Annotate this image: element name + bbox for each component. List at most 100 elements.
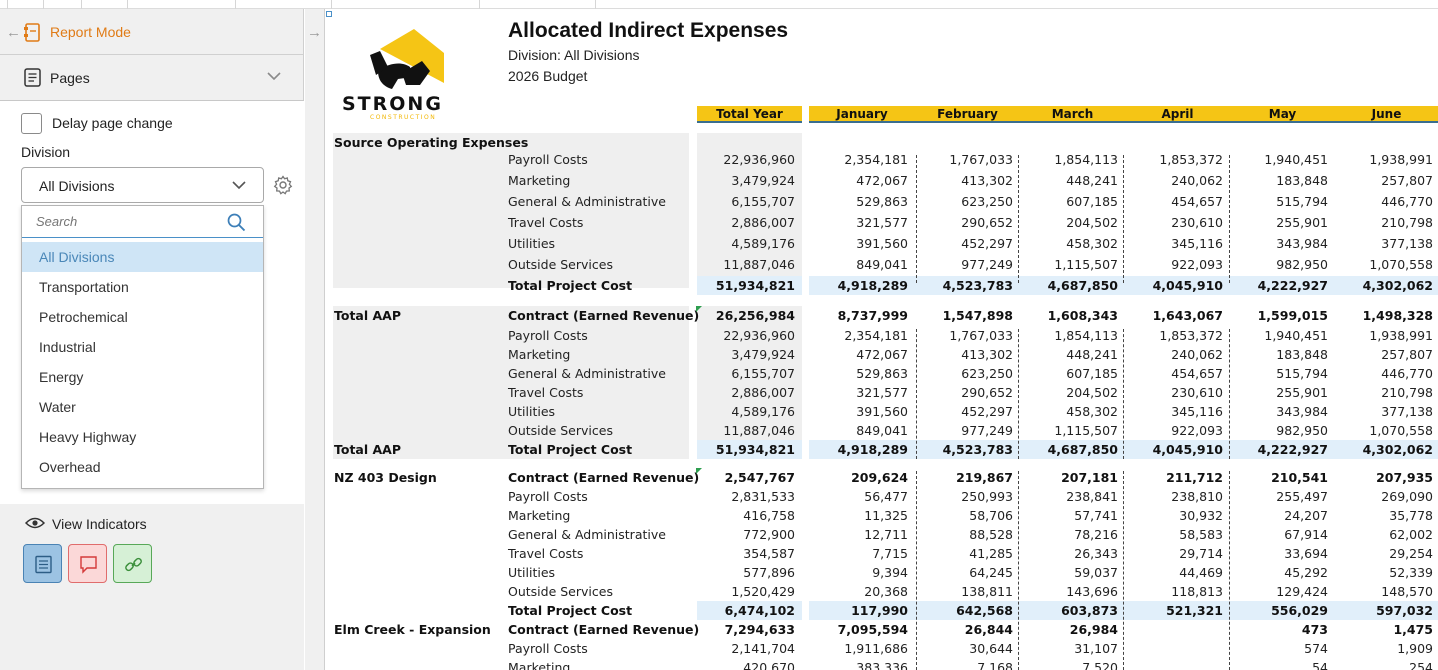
cell-value[interactable]: 2,141,704 <box>685 641 795 656</box>
cell-value[interactable]: 343,984 <box>1218 404 1328 419</box>
cell-value[interactable]: 26,984 <box>1008 622 1118 637</box>
cell-value[interactable]: 67,914 <box>1218 527 1328 542</box>
cell-value[interactable]: 1,940,451 <box>1218 152 1328 167</box>
report-mode-label[interactable]: Report Mode <box>50 24 131 40</box>
cell-value[interactable]: 458,302 <box>1008 404 1118 419</box>
delay-page-change-checkbox[interactable] <box>21 113 42 134</box>
cell-value[interactable]: 472,067 <box>798 347 908 362</box>
cell-value[interactable]: 35,778 <box>1323 508 1433 523</box>
cell-value[interactable]: 30,644 <box>903 641 1013 656</box>
cell-value[interactable]: 391,560 <box>798 404 908 419</box>
cell-value[interactable]: 1,940,451 <box>1218 328 1328 343</box>
cell-value[interactable]: 446,770 <box>1323 366 1433 381</box>
cell-value[interactable]: 1,115,507 <box>1008 257 1118 272</box>
cell-value[interactable]: 458,302 <box>1008 236 1118 251</box>
cell-value[interactable]: 345,116 <box>1113 404 1223 419</box>
cell-value[interactable]: 8,737,999 <box>798 308 908 323</box>
cell-value[interactable]: 62,002 <box>1323 527 1433 542</box>
cell-value[interactable]: 26,343 <box>1008 546 1118 561</box>
cell-value[interactable]: 515,794 <box>1218 194 1328 209</box>
search-icon[interactable] <box>227 213 246 232</box>
cell-value[interactable]: 26,844 <box>903 622 1013 637</box>
chevron-down-icon[interactable] <box>266 70 282 82</box>
cell-value[interactable]: 413,302 <box>903 347 1013 362</box>
cell-value[interactable]: 254 <box>1323 660 1433 670</box>
cell-value[interactable]: 4,687,850 <box>1008 278 1118 293</box>
cell-value[interactable]: 4,302,062 <box>1323 278 1433 293</box>
cell-value[interactable]: 54 <box>1218 660 1328 670</box>
cell-value[interactable]: 597,032 <box>1323 603 1433 618</box>
division-option-water[interactable]: Water <box>22 392 263 422</box>
cell-value[interactable]: 210,798 <box>1323 385 1433 400</box>
cell-value[interactable]: 257,807 <box>1323 347 1433 362</box>
cell-value[interactable]: 515,794 <box>1218 366 1328 381</box>
cell-value[interactable]: 211,712 <box>1113 470 1223 485</box>
tab-stub[interactable] <box>44 0 82 9</box>
cell-value[interactable]: 1,854,113 <box>1008 328 1118 343</box>
division-option-overhead[interactable]: Overhead <box>22 452 263 482</box>
cell-value[interactable]: 51,934,821 <box>685 442 795 457</box>
tab-stub[interactable] <box>480 0 596 9</box>
cell-value[interactable]: 4,918,289 <box>798 278 908 293</box>
cell-value[interactable]: 448,241 <box>1008 173 1118 188</box>
cell-value[interactable]: 2,886,007 <box>685 385 795 400</box>
cell-value[interactable]: 577,896 <box>685 565 795 580</box>
cell-value[interactable]: 1,599,015 <box>1218 308 1328 323</box>
cell-value[interactable]: 391,560 <box>798 236 908 251</box>
cell-value[interactable]: 1,938,991 <box>1323 152 1433 167</box>
cell-value[interactable]: 2,831,533 <box>685 489 795 504</box>
cell-value[interactable]: 4,523,783 <box>903 278 1013 293</box>
cell-value[interactable]: 219,867 <box>903 470 1013 485</box>
cell-value[interactable]: 321,577 <box>798 385 908 400</box>
cell-value[interactable]: 4,918,289 <box>798 442 908 457</box>
cell-value[interactable]: 345,116 <box>1113 236 1223 251</box>
pages-accordion[interactable]: Pages <box>0 56 304 101</box>
cell-value[interactable]: 7,520 <box>1008 660 1118 670</box>
cell-value[interactable]: 1,911,686 <box>798 641 908 656</box>
cell-value[interactable]: 230,610 <box>1113 385 1223 400</box>
cell-value[interactable]: 7,168 <box>903 660 1013 670</box>
cell-value[interactable]: 44,469 <box>1113 565 1223 580</box>
cell-value[interactable]: 11,325 <box>798 508 908 523</box>
gear-icon[interactable] <box>273 175 293 195</box>
cell-value[interactable]: 982,950 <box>1218 423 1328 438</box>
cell-value[interactable]: 45,292 <box>1218 565 1328 580</box>
cell-value[interactable]: 210,798 <box>1323 215 1433 230</box>
cell-value[interactable]: 452,297 <box>903 404 1013 419</box>
cell-value[interactable]: 183,848 <box>1218 173 1328 188</box>
cell-value[interactable]: 4,589,176 <box>685 404 795 419</box>
search-input[interactable] <box>36 214 216 229</box>
cell-value[interactable]: 454,657 <box>1113 194 1223 209</box>
cell-value[interactable]: 33,694 <box>1218 546 1328 561</box>
cell-value[interactable]: 452,297 <box>903 236 1013 251</box>
cell-value[interactable]: 354,587 <box>685 546 795 561</box>
cell-value[interactable]: 1,608,343 <box>1008 308 1118 323</box>
back-arrow-icon[interactable]: ← <box>6 24 21 41</box>
tab-stub[interactable] <box>8 0 44 9</box>
cell-value[interactable]: 4,045,910 <box>1113 278 1223 293</box>
cell-value[interactable]: 1,767,033 <box>903 328 1013 343</box>
cell-value[interactable]: 204,502 <box>1008 215 1118 230</box>
cell-value[interactable]: 420,670 <box>685 660 795 670</box>
cell-value[interactable]: 148,570 <box>1323 584 1433 599</box>
cell-value[interactable]: 12,711 <box>798 527 908 542</box>
division-option-industrial[interactable]: Industrial <box>22 332 263 362</box>
cell-value[interactable]: 343,984 <box>1218 236 1328 251</box>
cell-value[interactable]: 4,589,176 <box>685 236 795 251</box>
cell-value[interactable]: 22,936,960 <box>685 152 795 167</box>
division-option-energy[interactable]: Energy <box>22 362 263 392</box>
cell-value[interactable]: 1,070,558 <box>1323 423 1433 438</box>
cell-value[interactable]: 255,901 <box>1218 385 1328 400</box>
cell-value[interactable]: 22,936,960 <box>685 328 795 343</box>
cell-value[interactable]: 849,041 <box>798 257 908 272</box>
cell-value[interactable]: 4,302,062 <box>1323 442 1433 457</box>
cell-value[interactable]: 183,848 <box>1218 347 1328 362</box>
cell-value[interactable]: 1,854,113 <box>1008 152 1118 167</box>
cell-value[interactable]: 20,368 <box>798 584 908 599</box>
cell-value[interactable]: 448,241 <box>1008 347 1118 362</box>
cell-value[interactable]: 129,424 <box>1218 584 1328 599</box>
cell-value[interactable]: 4,222,927 <box>1218 278 1328 293</box>
cell-value[interactable]: 24,207 <box>1218 508 1328 523</box>
cell-value[interactable]: 977,249 <box>903 423 1013 438</box>
comments-indicator-toggle[interactable] <box>68 544 107 583</box>
